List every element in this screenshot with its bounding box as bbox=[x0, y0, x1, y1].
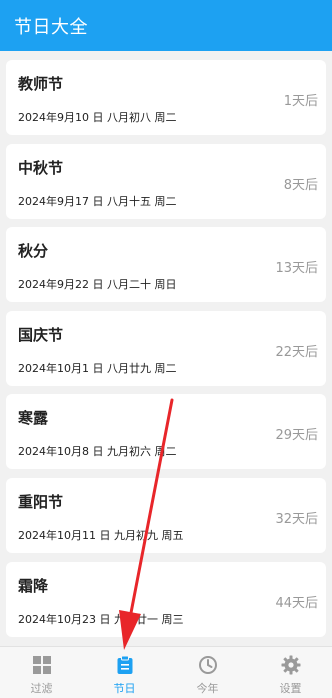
festival-name: 霜降 bbox=[18, 576, 49, 595]
nav-item-this-year[interactable]: 今年 bbox=[166, 647, 249, 698]
festival-date: 2024年10月1 日 八月廿九 周二 bbox=[18, 361, 177, 375]
festival-date: 2024年10月23 日 九月廿一 周三 bbox=[18, 612, 184, 626]
festival-date: 2024年9月22 日 八月二十 周日 bbox=[18, 278, 177, 292]
grid-icon bbox=[32, 656, 51, 674]
festival-name: 中秋节 bbox=[18, 158, 64, 177]
nav-item-festivals[interactable]: 节日 bbox=[83, 647, 166, 698]
clipboard-icon bbox=[117, 655, 132, 674]
festival-list[interactable]: 教师节 2024年9月10 日 八月初八 周二 1天后 中秋节 2024年9月1… bbox=[0, 51, 332, 646]
festival-name: 秋分 bbox=[18, 242, 49, 261]
festival-card[interactable]: 寒露 2024年10月8 日 九月初六 周二 29天后 bbox=[6, 394, 326, 470]
bottom-nav: 过滤 节日 今年 设置 bbox=[0, 646, 332, 698]
festival-name: 寒露 bbox=[18, 409, 49, 428]
festival-card[interactable]: 国庆节 2024年10月1 日 八月廿九 周二 22天后 bbox=[6, 310, 326, 386]
festival-card[interactable]: 中秋节 2024年9月17 日 八月十五 周二 8天后 bbox=[6, 143, 326, 219]
festival-name: 重阳节 bbox=[18, 492, 64, 511]
nav-item-filter[interactable]: 过滤 bbox=[0, 647, 83, 698]
festival-days-until: 32天后 bbox=[275, 511, 318, 527]
festival-days-until: 8天后 bbox=[283, 177, 318, 193]
festival-date: 2024年10月8 日 九月初六 周二 bbox=[18, 445, 177, 459]
festival-days-until: 22天后 bbox=[275, 344, 318, 360]
festival-card[interactable]: 霜降 2024年10月23 日 九月廿一 周三 44天后 bbox=[6, 561, 326, 637]
festival-days-until: 13天后 bbox=[275, 261, 318, 277]
festival-card[interactable]: 教师节 2024年9月10 日 八月初八 周二 1天后 bbox=[6, 60, 326, 135]
festival-name: 教师节 bbox=[18, 75, 64, 93]
nav-label: 今年 bbox=[196, 682, 219, 695]
festival-date: 2024年10月11 日 九月初九 周五 bbox=[18, 528, 184, 542]
nav-label: 设置 bbox=[279, 682, 302, 695]
nav-label: 节日 bbox=[113, 682, 136, 695]
clock-icon bbox=[198, 656, 217, 674]
festival-name: 国庆节 bbox=[18, 325, 64, 344]
page-title: 节日大全 bbox=[14, 16, 88, 38]
festival-card[interactable]: 秋分 2024年9月22 日 八月二十 周日 13天后 bbox=[6, 227, 326, 303]
nav-item-settings[interactable]: 设置 bbox=[249, 647, 332, 698]
festival-card[interactable]: 重阳节 2024年10月11 日 九月初九 周五 32天后 bbox=[6, 477, 326, 553]
festival-days-until: 29天后 bbox=[275, 428, 318, 444]
festival-date: 2024年9月17 日 八月十五 周二 bbox=[18, 194, 177, 208]
nav-label: 过滤 bbox=[30, 682, 53, 695]
app-bar: 节日大全 bbox=[0, 0, 332, 51]
festival-days-until: 44天后 bbox=[275, 595, 318, 611]
gear-icon bbox=[281, 655, 300, 675]
festival-date: 2024年9月10 日 八月初八 周二 bbox=[18, 111, 177, 124]
festival-days-until: 1天后 bbox=[283, 94, 318, 109]
